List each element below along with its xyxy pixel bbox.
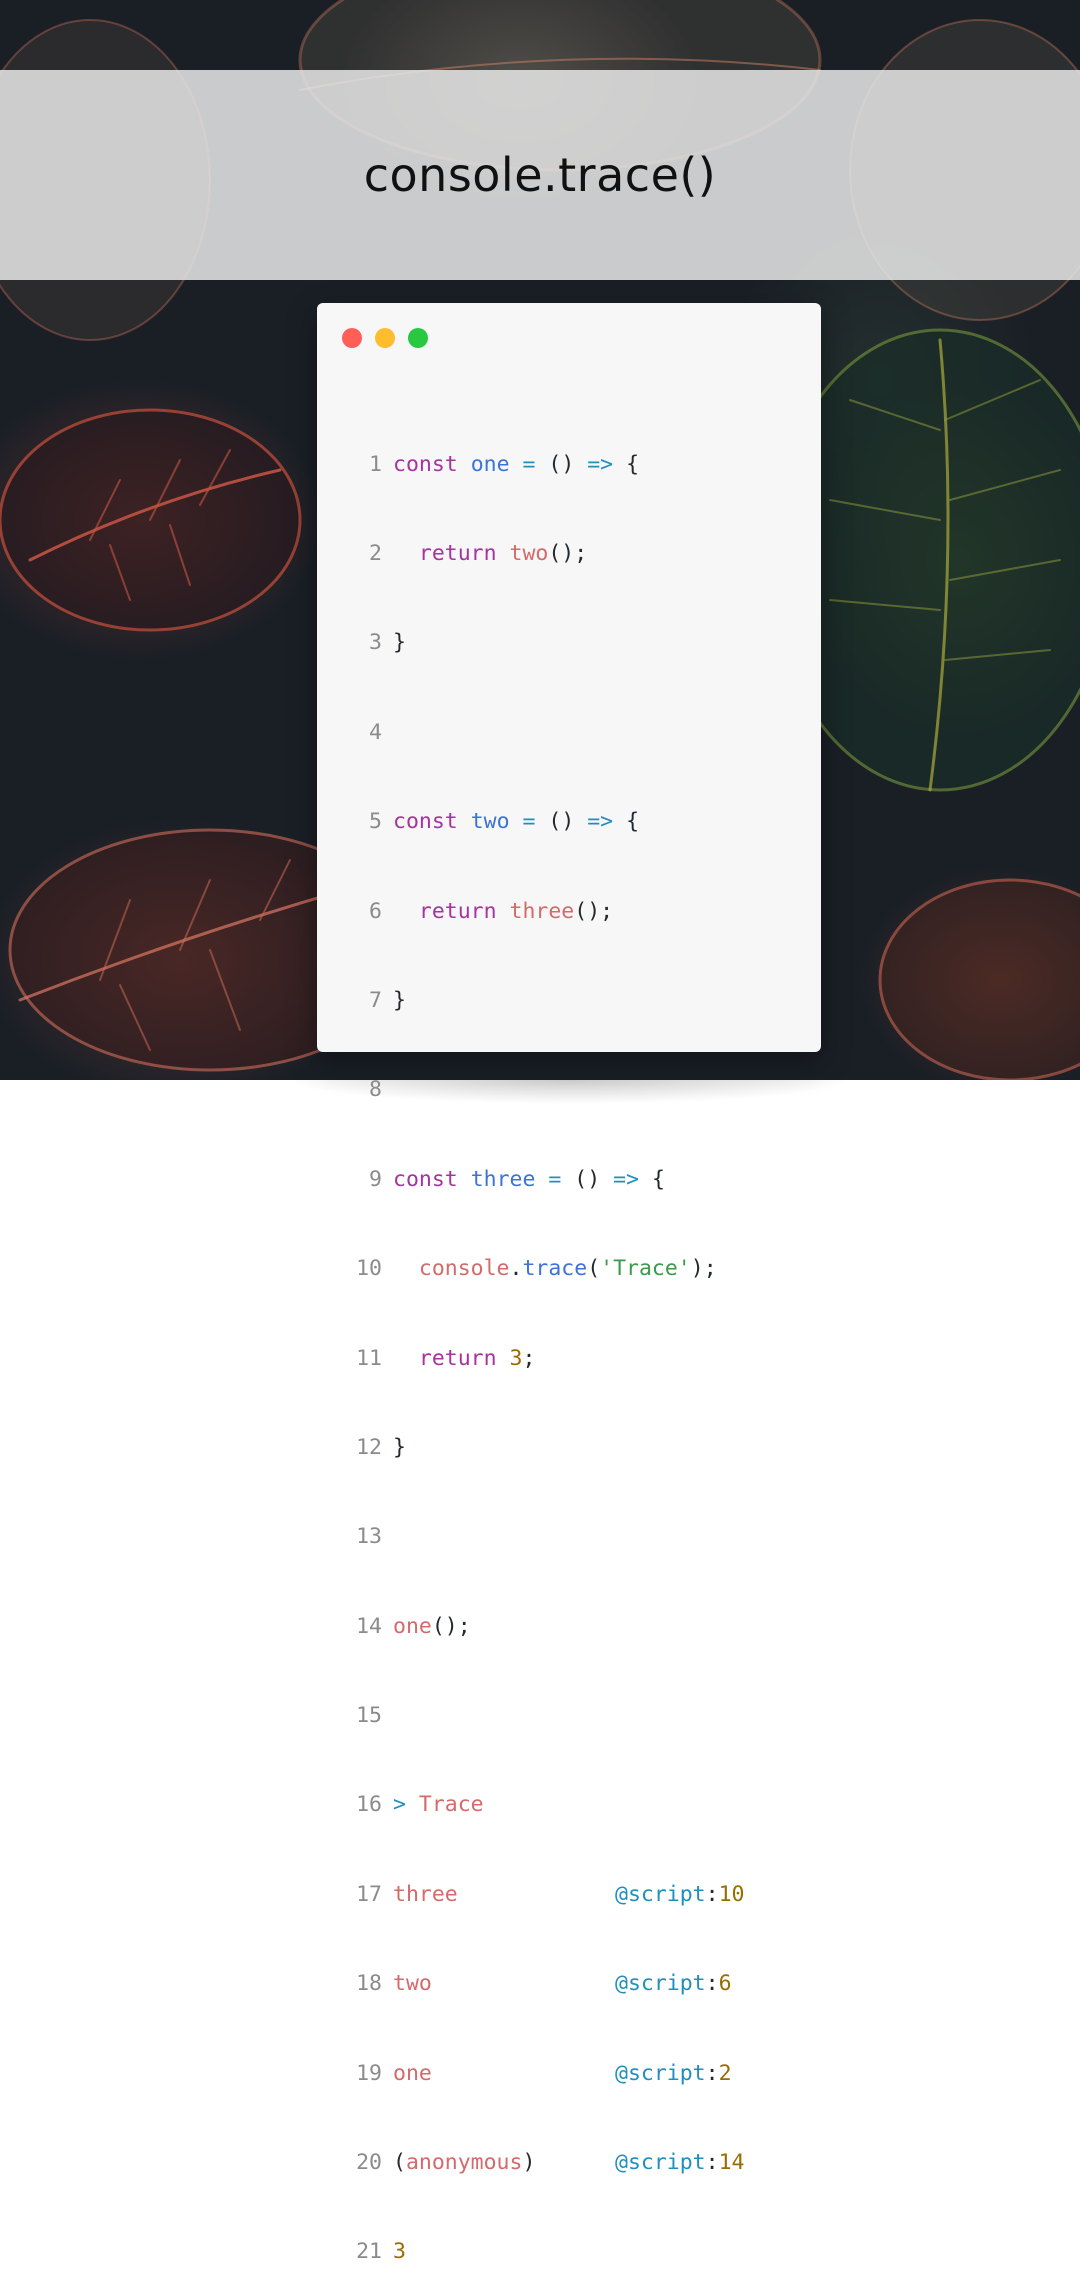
code-line: 9 const three = () => { (369, 1166, 665, 1192)
code-line: 15 (356, 1703, 382, 1729)
code-line: 11 return 3; (356, 1345, 536, 1371)
zoom-dot-icon (408, 328, 428, 348)
stack-frame: 18 two @script:6 (356, 1971, 732, 1997)
code-line: 12} (356, 1434, 406, 1460)
code-line: 10 console.trace('Trace'); (356, 1256, 717, 1282)
code-line: 14 one(); (356, 1613, 471, 1639)
console-output-line: 16 > Trace (356, 1792, 484, 1818)
code-line: 4 (369, 719, 382, 745)
close-dot-icon (342, 328, 362, 348)
code-line: 2 return two(); (369, 540, 588, 566)
page-title: console.trace() (363, 148, 717, 202)
code-line: 1 const one = () => { (369, 451, 640, 477)
stack-frame: 19 one @script:2 (356, 2060, 732, 2086)
minimize-dot-icon (375, 328, 395, 348)
code-line: 6 return three(); (369, 898, 614, 924)
code-block: 1 const one = () => { 2 return two(); 3} … (340, 390, 810, 2292)
code-line: 8 (369, 1077, 382, 1103)
code-line: 3} (369, 630, 406, 656)
code-line: 7} (369, 987, 406, 1013)
title-banner: console.trace() (0, 70, 1080, 280)
stack-frame: 17 three @script:10 (356, 1881, 745, 1907)
code-line: 13 (356, 1524, 382, 1550)
console-result-line: 21 3 (356, 2239, 406, 2265)
stack-frame: 20 (anonymous) @script:14 (356, 2150, 745, 2176)
code-line: 5 const two = () => { (369, 809, 640, 835)
